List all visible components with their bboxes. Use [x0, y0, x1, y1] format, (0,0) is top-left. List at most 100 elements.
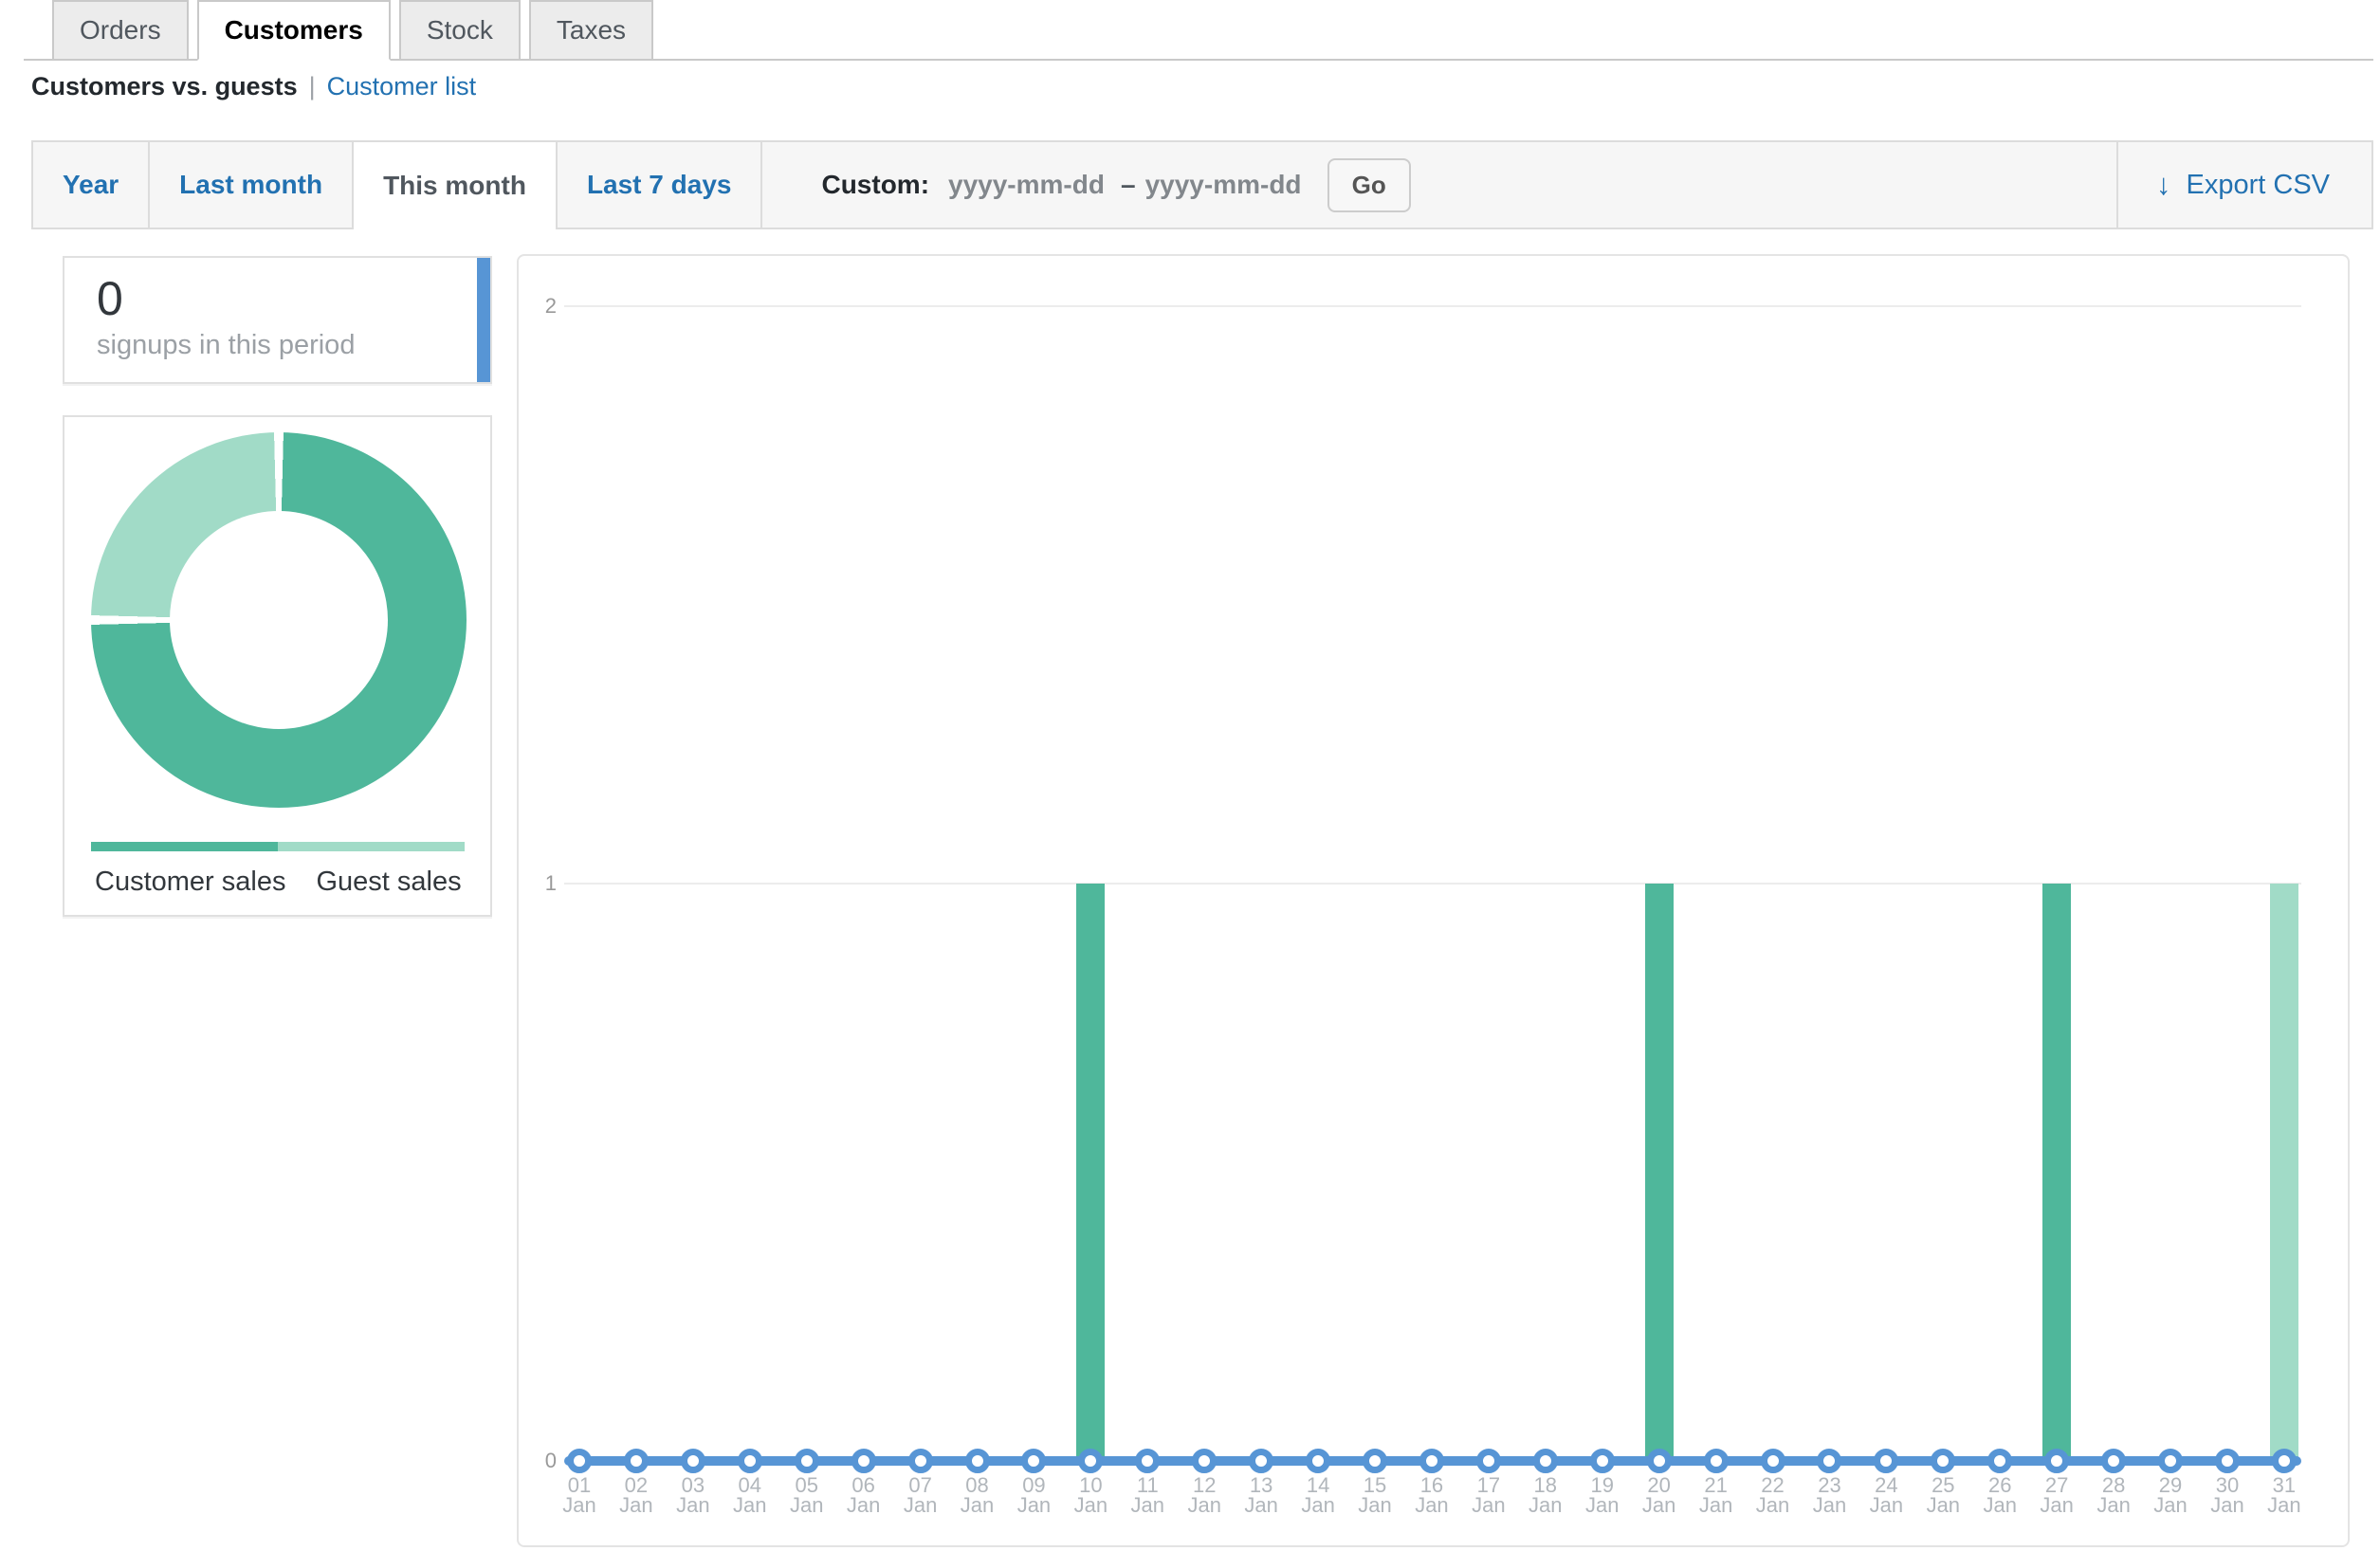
signups-point-15-jan: [1363, 1449, 1387, 1473]
signups-point-08-jan: [965, 1449, 990, 1473]
x-axis-label-06-jan: 06Jan: [835, 1475, 892, 1515]
x-axis-label-22-jan: 22Jan: [1745, 1475, 1802, 1515]
header-separator: |: [309, 72, 316, 101]
x-axis-label-18-jan: 18Jan: [1517, 1475, 1574, 1515]
signups-point-26-jan: [1987, 1449, 2012, 1473]
x-axis-label-26-jan: 26Jan: [1971, 1475, 2028, 1515]
range-tab-this-month[interactable]: This month: [354, 142, 558, 229]
tab-stock[interactable]: Stock: [399, 0, 521, 61]
guest-sales-swatch: [278, 842, 465, 851]
x-axis-label-05-jan: 05Jan: [778, 1475, 835, 1515]
x-axis-label-23-jan: 23Jan: [1801, 1475, 1858, 1515]
signups-point-09-jan: [1021, 1449, 1046, 1473]
gridline-y2: [564, 305, 2301, 307]
donut-legend-labels: Customer sales Guest sales: [95, 867, 462, 898]
signups-point-14-jan: [1306, 1449, 1330, 1473]
x-axis-label-28-jan: 28Jan: [2085, 1475, 2142, 1515]
x-axis-label-01-jan: 01Jan: [551, 1475, 608, 1515]
signups-point-19-jan: [1590, 1449, 1615, 1473]
x-axis-label-29-jan: 29Jan: [2142, 1475, 2199, 1515]
signups-point-23-jan: [1817, 1449, 1841, 1473]
x-axis-label-31-jan: 31Jan: [2256, 1475, 2313, 1515]
report-header: Customers vs. guests | Customer list: [31, 72, 476, 101]
date-range-filter-bar: Year Last month This month Last 7 days C…: [31, 140, 2373, 229]
x-axis-label-19-jan: 19Jan: [1574, 1475, 1631, 1515]
signups-point-25-jan: [1931, 1449, 1955, 1473]
date-range-separator: –: [1121, 170, 1136, 200]
y-axis-label-2: 2: [519, 294, 557, 319]
x-axis-label-04-jan: 04Jan: [722, 1475, 778, 1515]
x-axis-label-16-jan: 16Jan: [1403, 1475, 1460, 1515]
signups-point-12-jan: [1192, 1449, 1217, 1473]
x-axis-label-30-jan: 30Jan: [2199, 1475, 2256, 1515]
signups-count-label: signups in this period: [97, 330, 490, 361]
signups-point-13-jan: [1249, 1449, 1273, 1473]
custom-range-section: Custom: – Go: [762, 142, 1410, 228]
range-tab-year[interactable]: Year: [33, 142, 150, 228]
y-axis-label-0: 0: [519, 1449, 557, 1473]
guest-sales-legend-label: Guest sales: [316, 867, 461, 898]
customer-vs-guest-donut-chart: [91, 432, 467, 808]
signups-point-18-jan: [1533, 1449, 1558, 1473]
x-axis-label-11-jan: 11Jan: [1119, 1475, 1176, 1515]
timeline-chart: 0 1 2 01Jan02Jan03Jan04Jan05Jan06Jan07Jan08…: [517, 254, 2350, 1547]
customer-sales-swatch: [91, 842, 278, 851]
x-axis-label-03-jan: 03Jan: [665, 1475, 722, 1515]
tab-orders[interactable]: Orders: [52, 0, 189, 61]
x-axis-label-09-jan: 09Jan: [1005, 1475, 1062, 1515]
signups-point-20-jan: [1647, 1449, 1672, 1473]
signups-point-03-jan: [681, 1449, 705, 1473]
signups-point-05-jan: [795, 1449, 819, 1473]
x-axis-label-25-jan: 25Jan: [1914, 1475, 1971, 1515]
bar-10-jan: [1076, 884, 1105, 1461]
download-arrow-icon: ↓: [2156, 168, 2171, 202]
signups-point-11-jan: [1135, 1449, 1160, 1473]
report-tabs: Orders Customers Stock Taxes: [52, 0, 653, 61]
x-axis-label-10-jan: 10Jan: [1062, 1475, 1119, 1515]
signups-point-21-jan: [1704, 1449, 1729, 1473]
signups-point-17-jan: [1476, 1449, 1501, 1473]
tab-customers[interactable]: Customers: [197, 0, 391, 61]
signups-point-22-jan: [1761, 1449, 1785, 1473]
signups-point-31-jan: [2272, 1449, 2297, 1473]
x-axis-label-17-jan: 17Jan: [1460, 1475, 1517, 1515]
go-button[interactable]: Go: [1327, 158, 1411, 212]
signups-point-07-jan: [908, 1449, 933, 1473]
signups-point-24-jan: [1874, 1449, 1898, 1473]
signups-point-04-jan: [738, 1449, 762, 1473]
x-axis-label-20-jan: 20Jan: [1631, 1475, 1688, 1515]
x-axis-label-02-jan: 02Jan: [608, 1475, 665, 1515]
range-tab-last-7-days[interactable]: Last 7 days: [558, 142, 763, 228]
signups-point-10-jan: [1078, 1449, 1103, 1473]
gridline-y1: [564, 883, 2301, 885]
x-axis-label-24-jan: 24Jan: [1858, 1475, 1914, 1515]
tab-taxes[interactable]: Taxes: [529, 0, 653, 61]
signups-summary-card: 0 signups in this period: [63, 256, 492, 384]
export-csv-label: Export CSV: [2187, 170, 2331, 201]
x-axis-label-13-jan: 13Jan: [1233, 1475, 1290, 1515]
x-axis-label-07-jan: 07Jan: [892, 1475, 949, 1515]
signups-point-29-jan: [2158, 1449, 2183, 1473]
x-axis-label-08-jan: 08Jan: [949, 1475, 1006, 1515]
customer-sales-legend-label: Customer sales: [95, 867, 285, 898]
custom-date-from-input[interactable]: [948, 170, 1111, 200]
y-axis-label-1: 1: [519, 871, 557, 896]
signups-point-06-jan: [851, 1449, 876, 1473]
custom-range-label: Custom:: [821, 170, 929, 200]
customer-guest-share-card: Customer sales Guest sales: [63, 415, 492, 917]
bar-20-jan: [1645, 884, 1674, 1461]
x-axis-label-12-jan: 12Jan: [1176, 1475, 1233, 1515]
donut-legend-bar: [91, 842, 465, 851]
x-axis-label-15-jan: 15Jan: [1346, 1475, 1403, 1515]
bar-31-jan: [2270, 884, 2298, 1461]
customer-list-link[interactable]: Customer list: [327, 72, 477, 101]
signups-count: 0: [97, 271, 490, 326]
x-axis-label-14-jan: 14Jan: [1290, 1475, 1346, 1515]
signups-point-01-jan: [567, 1449, 592, 1473]
custom-date-to-input[interactable]: [1145, 170, 1309, 200]
x-axis-label-27-jan: 27Jan: [2028, 1475, 2085, 1515]
range-tab-last-month[interactable]: Last month: [150, 142, 354, 228]
export-csv-button[interactable]: ↓ Export CSV: [2116, 142, 2371, 228]
signups-point-27-jan: [2044, 1449, 2069, 1473]
signups-point-16-jan: [1419, 1449, 1444, 1473]
